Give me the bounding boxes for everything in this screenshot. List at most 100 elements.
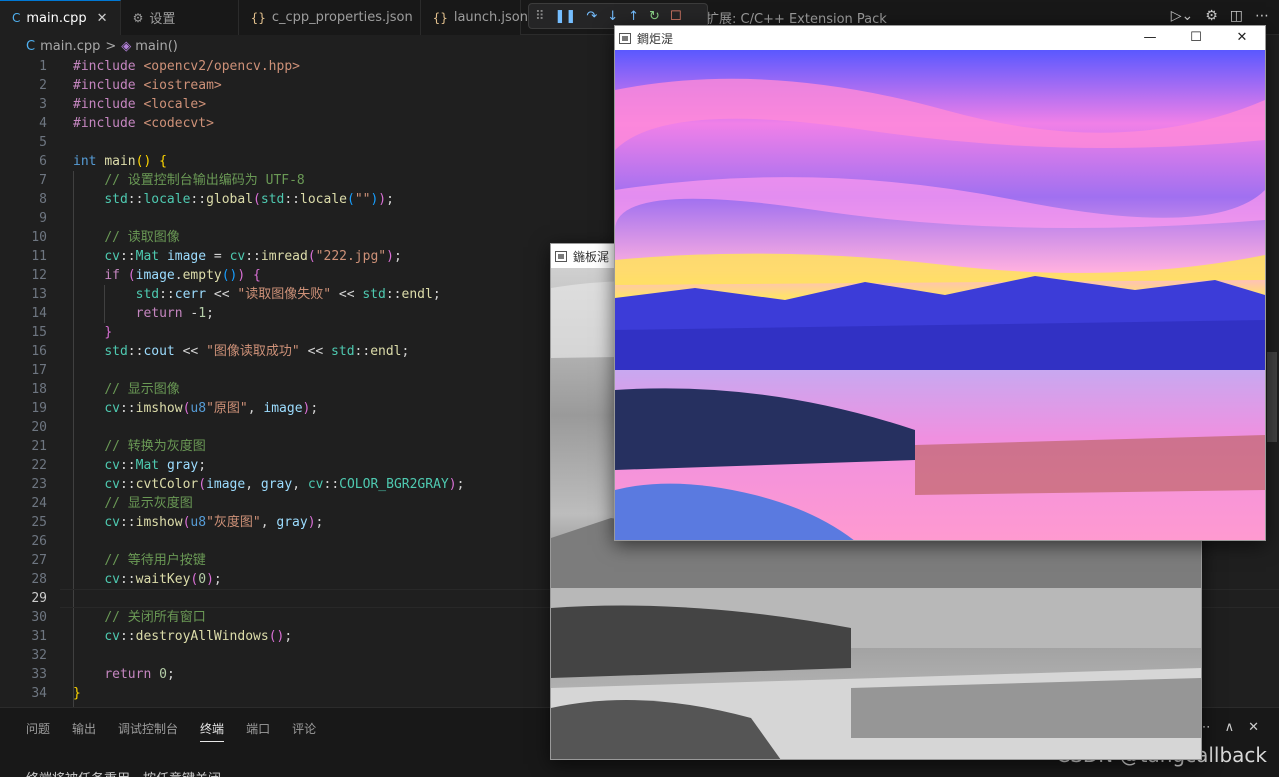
code-text: cv::cvtColor(image, gray, cv::COLOR_BGR2… (104, 477, 465, 492)
code-text: cv::destroyAllWindows(); (104, 629, 293, 644)
line-number: 17 (31, 363, 47, 378)
breadcrumb-symbol[interactable]: main() (135, 39, 178, 54)
line-number: 20 (31, 420, 47, 435)
line-number: 34 (31, 686, 47, 701)
line-number: 1 (39, 59, 47, 74)
step-out-icon[interactable]: ↑ (628, 9, 639, 24)
window-title: 鐧炬湜 (637, 31, 674, 46)
close-icon[interactable]: ✕ (97, 11, 108, 26)
line-number: 32 (31, 648, 47, 663)
chevron-up-icon[interactable]: ∧ (1225, 720, 1235, 735)
line-number: 21 (31, 439, 47, 454)
tab-label: main.cpp (26, 10, 87, 26)
line-number: 3 (39, 97, 47, 112)
panel-tab[interactable]: 问题 (26, 720, 50, 742)
line-number: 5 (39, 135, 47, 150)
code-text: #include <iostream> (73, 78, 222, 93)
line-number: 10 (31, 230, 47, 245)
line-number: 25 (31, 515, 47, 530)
code-text: #include <locale> (73, 97, 207, 112)
stop-icon[interactable]: ☐ (670, 9, 682, 24)
split-editor-icon[interactable]: ◫ (1230, 8, 1243, 24)
line-number: 2 (39, 78, 47, 93)
line-number: 30 (31, 610, 47, 625)
tab-settings[interactable]: ⚙ 设置 (120, 0, 239, 35)
panel-tab[interactable]: 端口 (246, 720, 270, 742)
code-text: return 0; (104, 667, 175, 682)
line-number: 14 (31, 306, 47, 321)
code-text: return -1; (135, 306, 214, 321)
line-number: 19 (31, 401, 47, 416)
window-titlebar[interactable]: 鐧炬湜 — ☐ ✕ (615, 26, 1265, 50)
code-text: std::cerr << "读取图像失败" << std::endl; (135, 287, 441, 302)
tab-launch-json[interactable]: {} launch.json (420, 0, 528, 35)
pause-icon[interactable]: ❚❚ (555, 9, 577, 24)
code-text: #include <opencv2/opencv.hpp> (73, 59, 300, 74)
json-icon: {} (432, 10, 448, 25)
line-number: 9 (39, 211, 47, 226)
code-text: if (image.empty()) { (104, 268, 261, 283)
step-into-icon[interactable]: ↓ (607, 9, 618, 24)
line-number: 26 (31, 534, 47, 549)
tab-main-cpp[interactable]: C main.cpp ✕ (0, 0, 121, 35)
code-text: cv::Mat image = cv::imread("222.jpg"); (104, 249, 402, 264)
line-number: 16 (31, 344, 47, 359)
tab-label: 设置 (149, 12, 176, 27)
line-number: 22 (31, 458, 47, 473)
panel-tab[interactable]: 调试控制台 (118, 720, 178, 742)
code-text: cv::waitKey(0); (104, 572, 222, 587)
panel-tab[interactable]: 输出 (72, 720, 96, 742)
tab-label: launch.json (453, 10, 528, 25)
code-text: #include <codecvt> (73, 116, 214, 131)
color-image (615, 50, 1265, 540)
line-number: 6 (39, 154, 47, 169)
window-controls: — ☐ ✕ (1127, 26, 1265, 50)
breadcrumb-file[interactable]: main.cpp (40, 39, 100, 54)
minimize-button[interactable]: — (1127, 26, 1173, 50)
function-icon: ◈ (121, 38, 132, 54)
line-number: 31 (31, 629, 47, 644)
panel-tab[interactable]: 终端 (200, 720, 225, 742)
color-image-window[interactable]: 鐧炬湜 — ☐ ✕ (614, 25, 1266, 541)
terminal-output: 终端将被任务重用，按任意键关闭。 (26, 768, 234, 777)
line-number: 7 (39, 173, 47, 188)
code-text: cv::Mat gray; (104, 458, 207, 473)
gear-icon[interactable]: ⚙ (1205, 8, 1218, 24)
line-number: 24 (31, 496, 47, 511)
line-number: 15 (31, 325, 47, 340)
panel-tab[interactable]: 评论 (292, 720, 316, 742)
line-number: 28 (31, 572, 47, 587)
line-number: 27 (31, 553, 47, 568)
code-text: std::cout << "图像读取成功" << std::endl; (104, 344, 410, 359)
line-number: 18 (31, 382, 47, 397)
json-icon: {} (250, 10, 266, 25)
line-number: 8 (39, 192, 47, 207)
step-over-icon[interactable]: ↷ (586, 9, 597, 24)
close-button[interactable]: ✕ (1219, 26, 1265, 50)
line-number: 13 (31, 287, 47, 302)
panel-tabs: 问题 输出 调试控制台 终端 端口 评论 (26, 720, 316, 742)
editor-actions: ▷⌄ ⚙ ◫ ⋯ (1171, 8, 1269, 24)
more-icon[interactable]: ⋯ (1255, 8, 1269, 24)
code-text: cv::imshow(u8"灰度图", gray); (104, 515, 324, 530)
app-icon (555, 250, 567, 262)
line-number: 29 (31, 591, 47, 606)
close-icon[interactable]: ✕ (1248, 720, 1259, 735)
maximize-button[interactable]: ☐ (1173, 26, 1219, 50)
vscode-window: C main.cpp ✕ ⚙ 设置 {} c_cpp_properties.js… (0, 0, 1279, 777)
run-icon[interactable]: ▷⌄ (1171, 8, 1194, 24)
code-text: // 关闭所有窗口 (104, 610, 206, 625)
code-text: // 转换为灰度图 (104, 439, 206, 454)
code-text: // 显示灰度图 (104, 496, 193, 511)
breadcrumb-separator: > (105, 38, 117, 54)
drag-handle-icon[interactable]: ⠿ (535, 9, 545, 24)
gear-icon: ⚙ (132, 10, 144, 25)
line-number: 11 (31, 249, 47, 264)
panel-actions: ⋯ ∧ ✕ (1198, 720, 1259, 735)
code-text: int main() { (73, 154, 167, 169)
code-text: } (104, 325, 113, 340)
restart-icon[interactable]: ↻ (649, 9, 660, 24)
cpp-file-icon: C (26, 38, 36, 54)
code-text: // 读取图像 (104, 230, 180, 245)
tab-c-cpp-properties[interactable]: {} c_cpp_properties.json (238, 0, 421, 35)
